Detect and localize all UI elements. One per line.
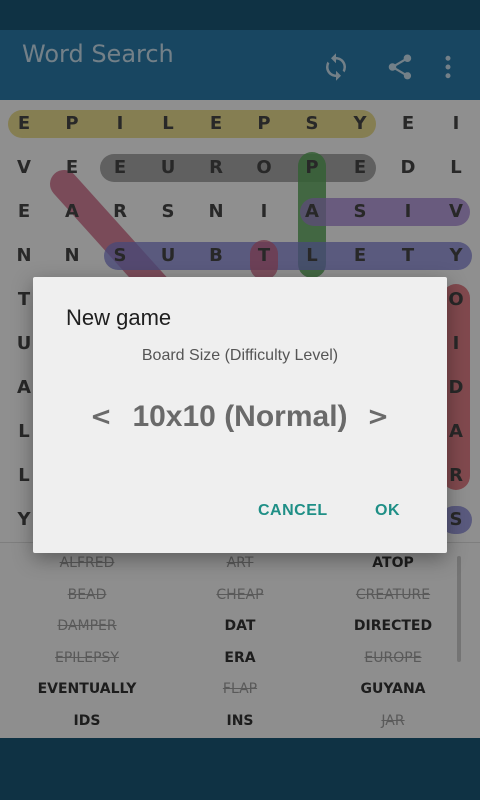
ok-button[interactable]: OK	[375, 502, 400, 520]
board-size-selector: < 10x10 (Normal) >	[33, 395, 447, 439]
board-size-label: Board Size (Difficulty Level)	[141, 347, 339, 364]
cancel-button[interactable]: CANCEL	[258, 502, 328, 520]
dialog-title: New game	[66, 305, 172, 330]
previous-size-button[interactable]: <	[86, 395, 116, 439]
board-size-value: 10x10 (Normal)	[132, 400, 348, 433]
new-game-dialog: New game Board Size (Difficulty Level) <…	[33, 277, 447, 553]
next-size-button[interactable]: >	[363, 395, 393, 439]
